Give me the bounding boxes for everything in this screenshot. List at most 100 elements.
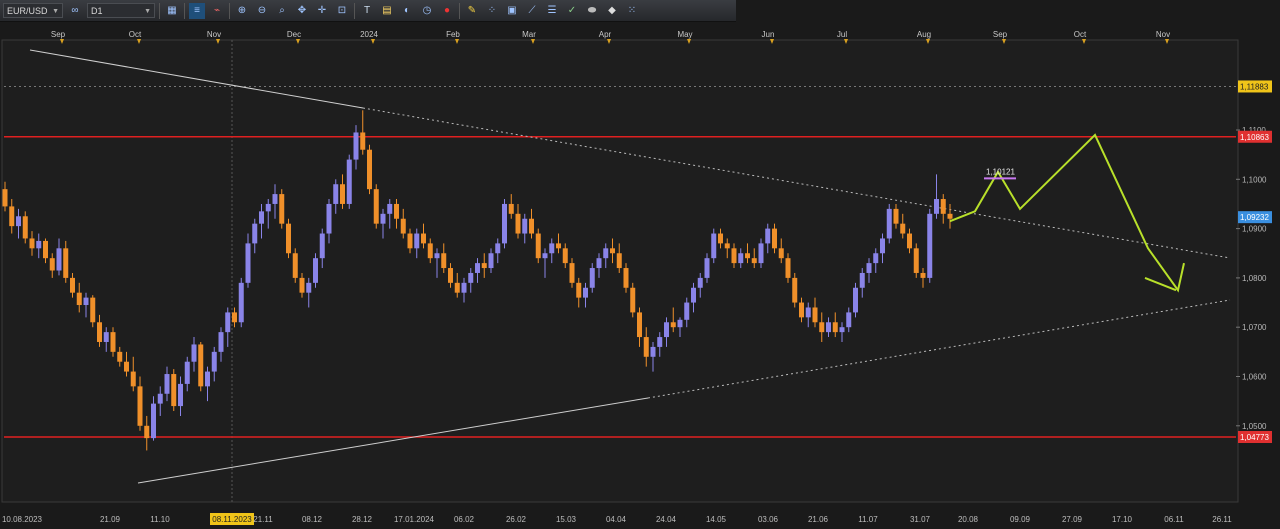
magnifier-icon[interactable]: ⌕: [274, 3, 290, 19]
date-label: 15.03: [556, 515, 577, 524]
candle-body: [333, 184, 339, 204]
candle-body: [481, 263, 487, 269]
month-label: Mar: [522, 30, 536, 39]
pointer-icon[interactable]: ⁘: [484, 3, 500, 19]
plot-area: [1, 39, 1239, 503]
candle-body: [313, 258, 318, 283]
timeframe-value: D1: [91, 6, 103, 16]
candle-body: [124, 361, 129, 372]
candle-body: [596, 258, 602, 269]
pan-icon[interactable]: ✥: [294, 3, 310, 19]
date-label: 17.10: [1112, 515, 1133, 524]
candle-body: [225, 312, 231, 333]
candle-body: [792, 277, 798, 303]
timeframe-select[interactable]: D1 ▼: [87, 3, 155, 18]
date-label: 03.06: [758, 515, 779, 524]
zoom-out-icon[interactable]: ⊖: [254, 3, 270, 19]
y-tick-label: 1,0700: [1242, 323, 1267, 332]
fit-icon[interactable]: ⊡: [334, 3, 350, 19]
candle-body: [171, 374, 177, 407]
candle-body: [164, 374, 170, 394]
date-label: 21.11: [253, 515, 273, 524]
candle-body: [461, 282, 467, 293]
candle-body: [83, 297, 89, 306]
candle-body: [515, 213, 521, 234]
note-icon[interactable]: ▤: [379, 3, 395, 19]
candle-body: [110, 332, 116, 352]
month-label: Nov: [1156, 30, 1170, 39]
circle-icon[interactable]: ⬬: [584, 3, 600, 19]
month-label: Apr: [599, 30, 612, 39]
toolbar-divider: [184, 2, 185, 19]
toolbar-divider: [459, 2, 460, 19]
crosshair-icon[interactable]: ✛: [314, 3, 330, 19]
date-label: 06.02: [454, 515, 475, 524]
date-label: 24.04: [656, 515, 677, 524]
y-tick-label: 1,0800: [1242, 274, 1267, 283]
date-label: 11.07: [858, 515, 878, 524]
candle-body: [76, 292, 82, 306]
annotation-label: 1,10121: [986, 167, 1015, 176]
grid-icon[interactable]: ☰: [544, 3, 560, 19]
y-tick-label: 1,0500: [1242, 422, 1267, 431]
candle-body: [29, 238, 35, 249]
candle-body: [238, 282, 244, 323]
check-icon[interactable]: ✓: [564, 3, 580, 19]
line-chart-icon[interactable]: ⌁: [209, 3, 225, 19]
candle-body: [198, 344, 204, 387]
candle-body: [947, 213, 953, 219]
candle-body: [117, 351, 123, 362]
zoom-in-icon[interactable]: ⊕: [234, 3, 250, 19]
date-label: 21.06: [808, 515, 829, 524]
candle-body: [657, 337, 663, 347]
candle-body: [934, 199, 939, 214]
link-icon[interactable]: ∞: [67, 3, 83, 19]
candle-body: [610, 248, 615, 254]
price-label: 1,10863: [1240, 133, 1269, 142]
price-chart[interactable]: Sep Oct Nov Dec 2024 Feb Mar Apr May Jun Jul Aug Sep…: [0, 22, 1280, 529]
candle-body: [448, 268, 453, 283]
candle-body: [292, 253, 298, 278]
dots-icon[interactable]: ⁙: [624, 3, 640, 19]
pencil-icon[interactable]: ✎: [464, 3, 480, 19]
date-label: 28.12: [352, 515, 373, 524]
candle-body: [49, 258, 55, 271]
window-icon[interactable]: ▣: [504, 3, 520, 19]
record-icon[interactable]: ●: [439, 3, 455, 19]
toolbar-divider: [159, 2, 160, 19]
candle-body: [157, 393, 163, 404]
candle-body: [380, 213, 386, 224]
trend-icon[interactable]: ⟋: [524, 3, 540, 19]
date-label: 27.09: [1062, 515, 1083, 524]
candle-body: [616, 253, 622, 269]
candle-body: [799, 302, 804, 318]
chart-type-icon[interactable]: ▦: [164, 3, 180, 19]
candle-body: [43, 240, 48, 259]
candle-body: [819, 322, 825, 333]
candle-body: [144, 425, 150, 439]
candle-body: [643, 337, 649, 357]
symbol-select[interactable]: EUR/USD ▼: [3, 3, 63, 18]
candle-body: [421, 233, 426, 244]
text-icon[interactable]: T: [359, 3, 375, 19]
candle-body: [691, 287, 696, 303]
eraser-icon[interactable]: ◆: [604, 3, 620, 19]
candle-body: [542, 253, 548, 259]
candle-body: [670, 322, 676, 328]
date-label: 26.11: [1212, 515, 1232, 524]
chevron-down-icon: ▼: [144, 8, 151, 15]
candle-body: [886, 208, 892, 239]
candle-body: [853, 287, 858, 313]
date-label: 04.04: [606, 515, 627, 524]
candle-body: [468, 272, 474, 283]
toolbar-divider: [354, 2, 355, 19]
candle-body: [279, 194, 285, 224]
candle-body: [306, 282, 312, 293]
bar-chart-icon[interactable]: ≡: [189, 2, 205, 19]
date-label: 09.09: [1010, 515, 1031, 524]
clock-icon[interactable]: ◷: [419, 3, 435, 19]
candle-body: [299, 277, 305, 293]
candle-body: [785, 258, 791, 278]
candle-body: [56, 248, 62, 271]
palette-icon[interactable]: ◐: [399, 3, 415, 19]
